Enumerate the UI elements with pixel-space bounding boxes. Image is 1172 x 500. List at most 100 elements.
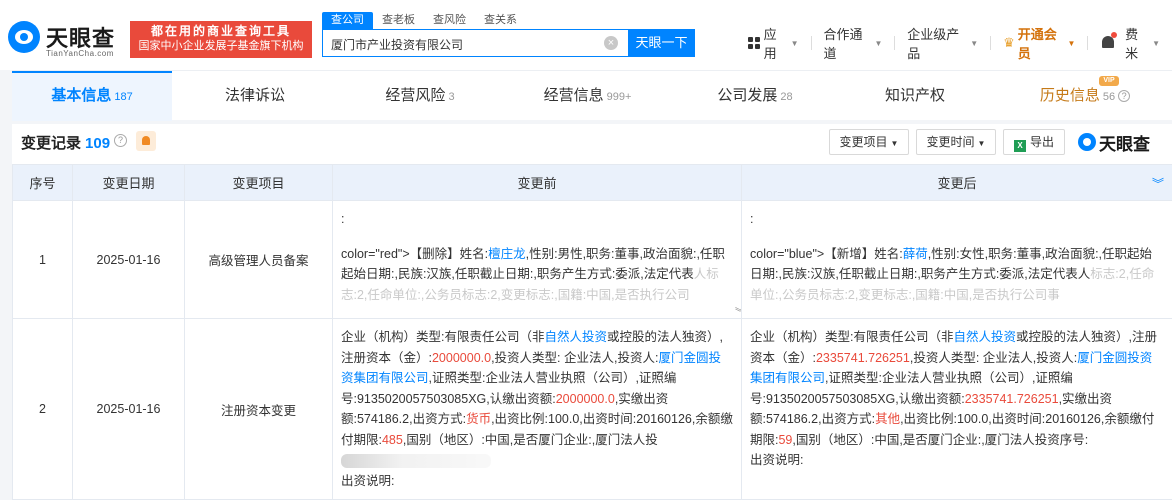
chevron-down-icon: ▼	[790, 38, 799, 48]
person-link[interactable]: 檀庄龙	[488, 247, 526, 261]
tab-label: 基本信息	[51, 87, 112, 104]
export-label: 导出	[1029, 135, 1054, 149]
col-index: 序号	[12, 164, 73, 201]
slogan-line-2: 国家中小企业发展子基金旗下机构	[138, 40, 304, 52]
help-icon[interactable]: ?	[114, 134, 127, 147]
excel-icon: X	[1013, 140, 1026, 152]
logo-subtext: TianYanCha.com	[46, 49, 114, 58]
before-text: color="red">【删除】姓名:檀庄龙,性别:男性,职务:董事,政治面貌:…	[341, 244, 733, 306]
redacted-blur	[341, 453, 491, 468]
change-records-table: 序号 变更日期 变更项目 变更前 变更后 ︾ 1 2025-01-16 高级管理…	[12, 164, 1172, 500]
tab-label: 历史信息	[1039, 87, 1100, 104]
col-after-label: 变更后	[937, 176, 977, 191]
tab-operation[interactable]: 经营信息 999+	[505, 71, 670, 121]
table-header-row: 序号 变更日期 变更项目 变更前 变更后 ︾	[12, 164, 1172, 201]
row-item: 注册资本变更	[184, 318, 333, 500]
col-before: 变更前	[332, 164, 742, 201]
search-type-tabs: 查公司 查老板 查风险 查关系	[322, 12, 526, 29]
term-value: 59	[778, 432, 793, 447]
tab-development[interactable]: 公司发展 28	[675, 71, 835, 121]
top-header: 天眼查 TianYanCha.com 都在用的商业查询工具 国家中小企业发展子基…	[0, 0, 1172, 70]
expand-all-icon[interactable]: ︾	[1152, 175, 1164, 192]
person-link[interactable]: 薛荷	[903, 247, 928, 261]
divider	[990, 36, 992, 50]
chevron-down-icon: ▼	[890, 139, 899, 148]
tab-count: 56	[1102, 91, 1116, 103]
nav-enterprise[interactable]: 企业级产品 ▼	[907, 24, 978, 62]
tab-risk[interactable]: 经营风险 3	[340, 71, 500, 121]
capital-value: 2335741.726251	[964, 391, 1059, 406]
col-item: 变更项目	[184, 164, 333, 201]
watch-bell-icon[interactable]	[136, 131, 156, 151]
help-icon[interactable]: ?	[1118, 90, 1131, 103]
slogan-line-1: 都在用的商业查询工具	[150, 24, 291, 38]
search-tab-boss[interactable]: 查老板	[373, 12, 424, 29]
crown-icon: ♛	[1003, 35, 1015, 50]
filter-change-item-button[interactable]: 变更项目 ▼	[829, 129, 909, 155]
nav-apps[interactable]: 应用 ▼	[748, 24, 799, 62]
search-input[interactable]: 厦门市产业投资有限公司 ×	[322, 29, 628, 57]
tianyancha-logo[interactable]: 天眼查 TianYanCha.com	[6, 19, 124, 63]
chevron-down-icon: ▼	[977, 139, 986, 148]
text: 企业（机构）类型:有限责任公司（非	[341, 330, 545, 344]
tab-ip[interactable]: 知识产权	[835, 71, 995, 121]
term-value: 485	[381, 432, 403, 447]
tianyancha-watermark: 天眼查	[1078, 131, 1150, 154]
nav-vip[interactable]: ♛ 开通会员 ▼	[1003, 24, 1075, 62]
user-name: 费米	[1125, 27, 1139, 61]
after-colon: :	[750, 212, 754, 226]
row-index: 2	[12, 318, 73, 500]
bell-icon[interactable]	[1100, 32, 1118, 51]
row-before-content: : color="red">【删除】姓名:檀庄龙,性别:男性,职务:董事,政治面…	[332, 200, 742, 319]
row-after-content: : color="blue">【新增】姓名:薛荷,性别:女性,职务:董事,政治面…	[741, 200, 1172, 319]
nav-apps-label: 应用	[763, 27, 777, 61]
chevron-down-icon: ▼	[874, 38, 883, 48]
tab-label: 知识产权	[884, 87, 945, 104]
tab-legal[interactable]: 法律诉讼	[175, 71, 335, 121]
nav-user[interactable]: 费米 ▼	[1125, 24, 1160, 62]
method-value: 其他	[875, 412, 901, 426]
tab-basic-info[interactable]: 基本信息 187	[12, 71, 172, 121]
section-count: 109	[85, 135, 111, 152]
text: ,投资人类型: 企业法人,投资人:	[909, 350, 1078, 365]
tab-history[interactable]: 历史信息 56?	[1005, 71, 1165, 121]
row-date: 2025-01-16	[72, 318, 185, 500]
search-tab-company[interactable]: 查公司	[322, 12, 373, 29]
table-row: 2 2025-01-16 注册资本变更 企业（机构）类型:有限责任公司（非自然人…	[12, 318, 1172, 500]
after-text: color="blue">【新增】姓名:薛荷,性别:女性,职务:董事,政治面貌:…	[750, 244, 1164, 306]
company-info-tabs: 基本信息 187 法律诉讼 经营风险 3 经营信息 999+ 公司发展 28 知识产权 …	[12, 70, 1172, 121]
text: ,国别（地区）:中国,是否厦门企业:,厦门法人投	[402, 432, 658, 447]
filter-change-time-button[interactable]: 变更时间 ▼	[916, 129, 996, 155]
divider	[1087, 36, 1089, 50]
row-item: 高级管理人员备案	[184, 200, 333, 319]
before-prefix: color="red">【删除】姓名:	[341, 246, 489, 261]
row-before-content: 企业（机构）类型:有限责任公司（非自然人投资或控股的法人独资）,注册资本（金）:…	[332, 318, 742, 500]
search-tab-risk[interactable]: 查风险	[424, 12, 475, 29]
search-tab-relation[interactable]: 查关系	[475, 12, 526, 29]
search-button[interactable]: 天眼一下	[628, 29, 695, 57]
tab-label: 经营风险	[385, 87, 446, 104]
row-after-content: 企业（机构）类型:有限责任公司（非自然人投资或控股的法人独资）,注册资本（金）:…	[741, 318, 1172, 500]
before-colon: :	[341, 212, 345, 226]
section-title: 变更记录 109	[21, 132, 110, 153]
chevron-down-icon: ▼	[970, 38, 979, 48]
text: 出资说明:	[750, 453, 804, 467]
row-index: 1	[12, 200, 73, 319]
clear-search-icon[interactable]: ×	[604, 36, 618, 50]
capital-value: 2335741.726251	[815, 350, 910, 365]
text: 企业（机构）类型:有限责任公司（非	[750, 330, 954, 344]
keyword-link[interactable]: 自然人投资	[544, 330, 607, 344]
export-button[interactable]: X 导出	[1003, 129, 1065, 155]
after-prefix: color="blue">【新增】姓名:	[750, 246, 903, 261]
keyword-link[interactable]: 自然人投资	[953, 330, 1016, 344]
method-value: 货币	[466, 412, 492, 426]
text: ,投资人类型: 企业法人,投资人:	[491, 350, 659, 365]
col-after: 变更后 ︾	[741, 164, 1172, 201]
table-row: 1 2025-01-16 高级管理人员备案 : color="red">【删除】…	[12, 200, 1172, 319]
tab-label: 法律诉讼	[224, 87, 285, 104]
text: ,国别（地区）:中国,是否厦门企业:,厦门法人投资序号:	[792, 432, 1089, 447]
tab-label: 经营信息	[543, 87, 604, 104]
vip-badge: VIP	[1099, 76, 1119, 86]
nav-partners[interactable]: 合作通道 ▼	[824, 24, 883, 62]
eye-logo-icon	[1078, 133, 1096, 151]
